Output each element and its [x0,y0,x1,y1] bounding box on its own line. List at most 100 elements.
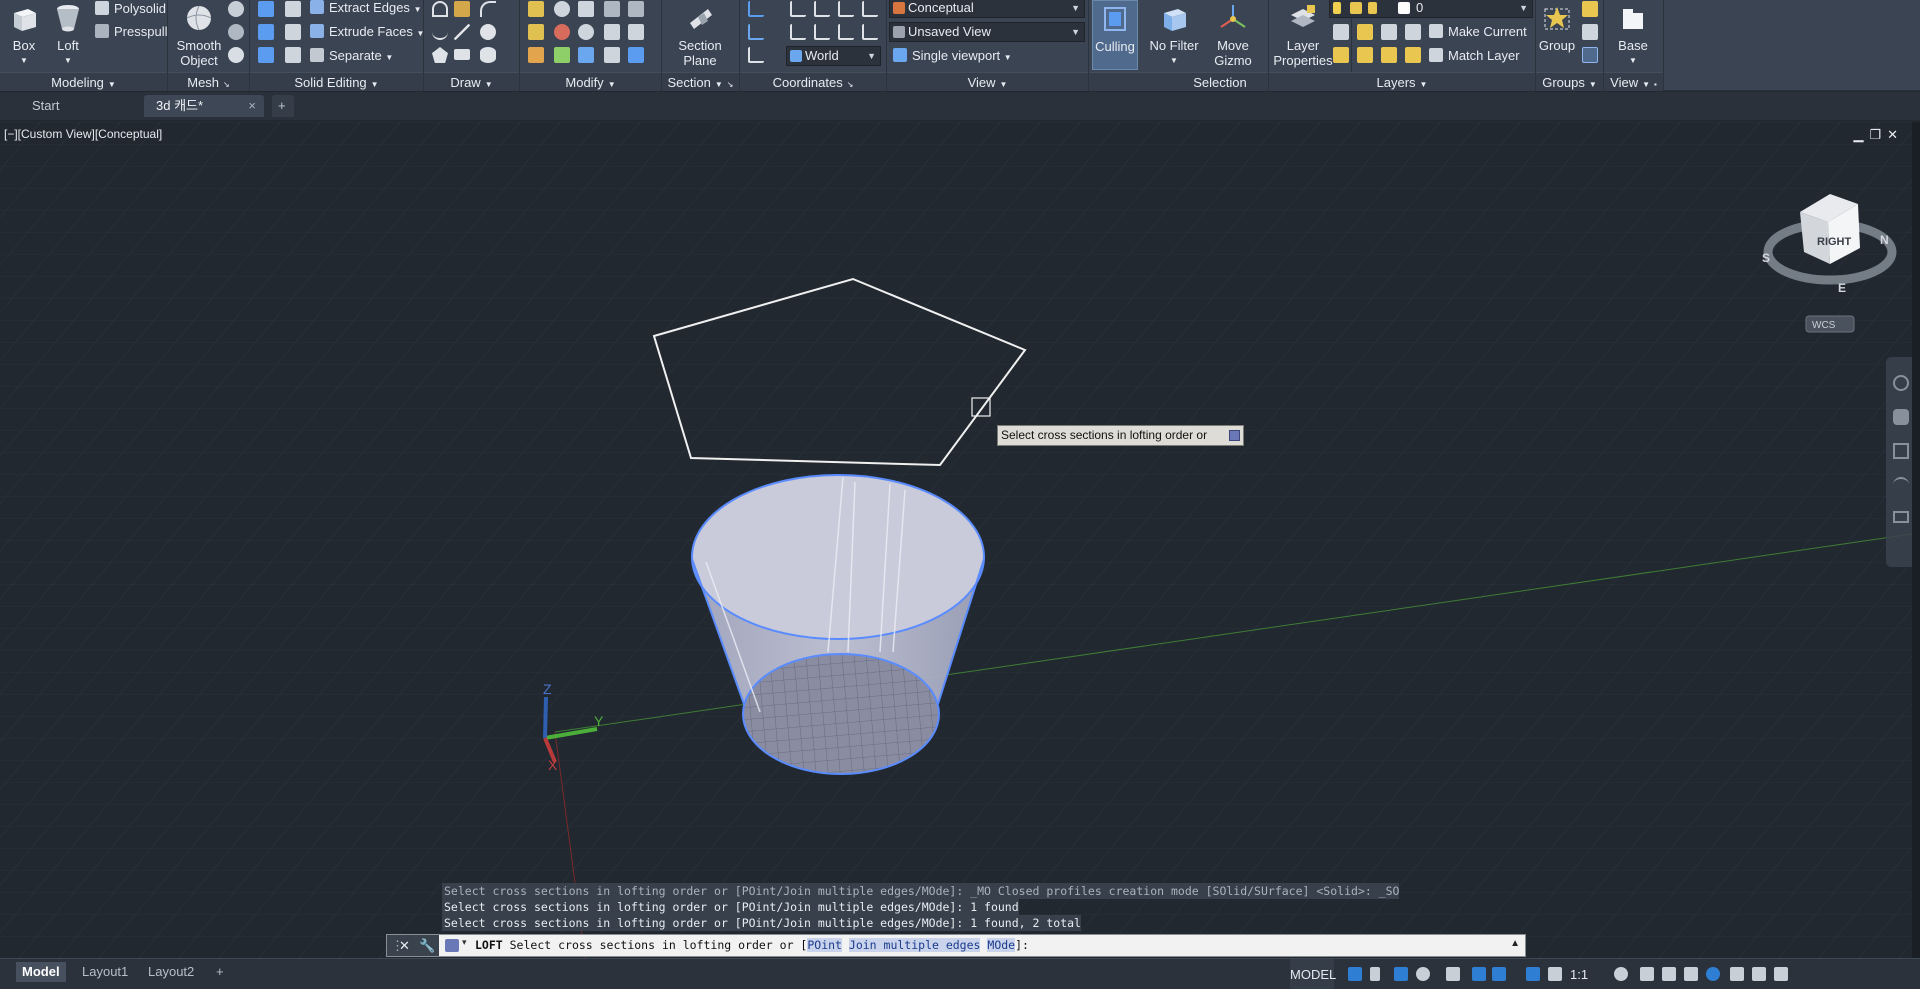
vertical-scrollbar[interactable] [1912,122,1920,958]
move-icon[interactable] [578,1,594,17]
polysolid-button[interactable]: Polysolid [95,0,166,20]
layer-thaw-icon[interactable] [1381,47,1397,63]
mirror-icon[interactable] [554,47,570,63]
groups-panel-title[interactable]: Groups ▼ [1536,72,1603,91]
hardware-acceleration-icon[interactable] [1706,967,1720,981]
ucs-object-icon[interactable] [814,24,830,40]
align-icon[interactable] [578,24,594,40]
tab-start[interactable]: Start [20,95,142,117]
gear-icon[interactable] [1614,967,1628,981]
clean-screen-icon[interactable] [1752,967,1766,981]
base-button[interactable]: Base ▼ [1610,0,1656,70]
union-icon[interactable] [258,1,274,17]
spline-icon[interactable] [432,24,448,40]
group-selection-icon[interactable] [1582,47,1598,63]
grid-icon[interactable] [1348,967,1362,981]
presspull-button[interactable]: Presspull [95,21,167,43]
layer-combo[interactable]: 0 ▼ [1329,0,1533,18]
no-filter-button[interactable]: No Filter ▼ [1144,0,1204,70]
ucs-x-icon[interactable] [862,1,878,17]
ucs-world-icon[interactable] [748,47,764,63]
thicken-icon[interactable] [285,47,301,63]
close-icon[interactable]: ✕ [399,935,410,956]
layout-tab-layout1[interactable]: Layout1 [76,962,134,982]
ucs-z-icon[interactable] [862,24,878,40]
close-icon[interactable]: × [248,95,256,117]
extract-edges-button[interactable]: Extract Edges ▼ [310,0,421,19]
option-mode[interactable]: MOde [987,938,1016,952]
ucs-origin-icon[interactable] [790,1,806,17]
mesh-panel-title[interactable]: Mesh ↘ [168,72,249,91]
group-button[interactable]: Group [1538,0,1576,70]
layers-panel-title[interactable]: Layers ▼ [1269,72,1535,91]
layout-tab-layout2[interactable]: Layout2 [142,962,200,982]
named-view-combo[interactable]: Unsaved View ▼ [889,22,1085,42]
scale-icon[interactable] [578,47,594,63]
isodraft-icon[interactable] [1446,967,1460,981]
polygon-icon[interactable] [432,47,448,63]
pan-icon[interactable] [1893,409,1909,425]
fillet-icon[interactable] [528,24,544,40]
extrude-faces-button[interactable]: Extrude Faces ▼ [310,21,424,43]
layer-off-icon[interactable] [1333,24,1349,40]
circle-icon[interactable] [480,24,496,40]
ucs-view-icon[interactable] [790,24,806,40]
layer-unisolate-icon[interactable] [1357,47,1373,63]
make-current-button[interactable]: Make Current [1429,21,1527,43]
command-line[interactable]: ⋮ ✕ 🔧 ▾ LOFT Select cross sections in lo… [386,934,1526,957]
units-icon[interactable] [1662,967,1676,981]
loft-button[interactable]: Loft ▼ [48,0,88,70]
section-plane-button[interactable]: Section Plane [668,0,732,70]
modeling-panel-title[interactable]: Modeling ▼ [0,72,167,91]
array-icon[interactable] [628,47,644,63]
interfere-icon[interactable] [285,1,301,17]
mesh-crease-icon[interactable] [228,47,244,63]
quick-properties-icon[interactable] [1684,967,1698,981]
wcs-label[interactable]: WCS [1812,320,1836,331]
slice-icon[interactable] [285,24,301,40]
viewport-controls-label[interactable]: [−][Custom View][Conceptual] [4,127,162,141]
ucs-icon[interactable] [748,1,764,17]
steering-wheel-icon[interactable] [1893,375,1909,391]
orbit-icon[interactable] [1893,477,1909,493]
ortho-icon[interactable] [1394,967,1408,981]
group-edit-icon[interactable] [1582,24,1598,40]
polar-icon[interactable] [1416,967,1430,981]
drawing-viewport[interactable]: Z Y X RIGHT S N E WCS [0,122,1912,958]
coordinates-panel-title[interactable]: Coordinates ↘ [740,72,886,91]
chamfer-icon[interactable] [628,24,644,40]
tab-document[interactable]: 3d 캐드* × [144,95,264,117]
layer-unlock-icon[interactable] [1405,47,1421,63]
new-tab-button[interactable]: + [272,95,294,117]
ungroup-icon[interactable] [1582,1,1598,17]
modify-panel-title[interactable]: Modify ▼ [520,72,661,91]
zoom-icon[interactable] [1893,443,1909,459]
object-snap-tracking-icon[interactable] [1472,967,1486,981]
arc-icon[interactable] [480,1,496,17]
mesh-sphere-icon[interactable] [228,1,244,17]
object-snap-icon[interactable] [1492,967,1506,981]
showmotion-icon[interactable] [1893,511,1909,523]
layer-on-icon[interactable] [1333,47,1349,63]
subtract-icon[interactable] [258,24,274,40]
ellipse-icon[interactable] [480,47,496,63]
ucs-combo[interactable]: World ▼ [786,46,881,66]
minimize-icon[interactable]: ▁ [1853,127,1869,142]
layer-properties-button[interactable]: Layer Properties [1273,0,1333,70]
polyline-icon[interactable] [454,1,470,17]
option-point[interactable]: POint [807,938,842,952]
view2-panel-title[interactable]: View ▼ ▪ [1604,72,1663,91]
close-icon[interactable]: ✕ [1887,127,1904,142]
layout-tab-model[interactable]: Model [16,962,66,982]
offset-icon[interactable] [528,1,544,17]
mesh-refine-icon[interactable] [228,24,244,40]
explode-icon[interactable] [628,1,644,17]
ucs-zaxis-icon[interactable] [814,1,830,17]
option-join-edges[interactable]: Join multiple edges [848,938,981,952]
smooth-object-button[interactable]: Smooth Object [176,0,222,70]
stretch-icon[interactable] [604,24,620,40]
copy-icon[interactable] [604,1,620,17]
ucs-y-icon[interactable] [838,24,854,40]
model-space-toggle[interactable]: MODEL [1290,959,1336,989]
annotation-visibility-icon[interactable] [1526,967,1540,981]
